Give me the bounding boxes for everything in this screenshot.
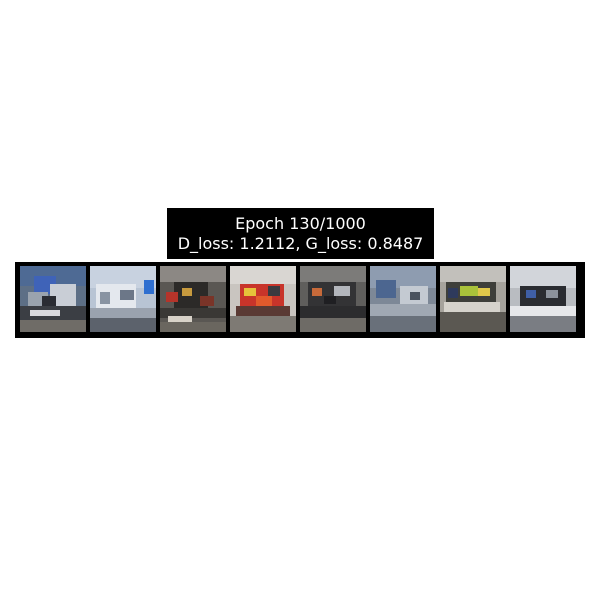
loss-text: D_loss: 1.2112, G_loss: 0.8487 [177,233,424,253]
figure-canvas: Epoch 130/1000 D_loss: 1.2112, G_loss: 0… [0,0,600,600]
generated-sample-5 [300,266,366,332]
figure-title: Epoch 130/1000 D_loss: 1.2112, G_loss: 0… [167,208,434,259]
generated-sample-3 [160,266,226,332]
generated-sample-4 [230,266,296,332]
generated-sample-8 [510,266,576,332]
generated-sample-7 [440,266,506,332]
generated-sample-6 [370,266,436,332]
generated-sample-1 [20,266,86,332]
generated-sample-2 [90,266,156,332]
sample-grid [15,262,585,338]
epoch-text: Epoch 130/1000 [235,213,366,233]
